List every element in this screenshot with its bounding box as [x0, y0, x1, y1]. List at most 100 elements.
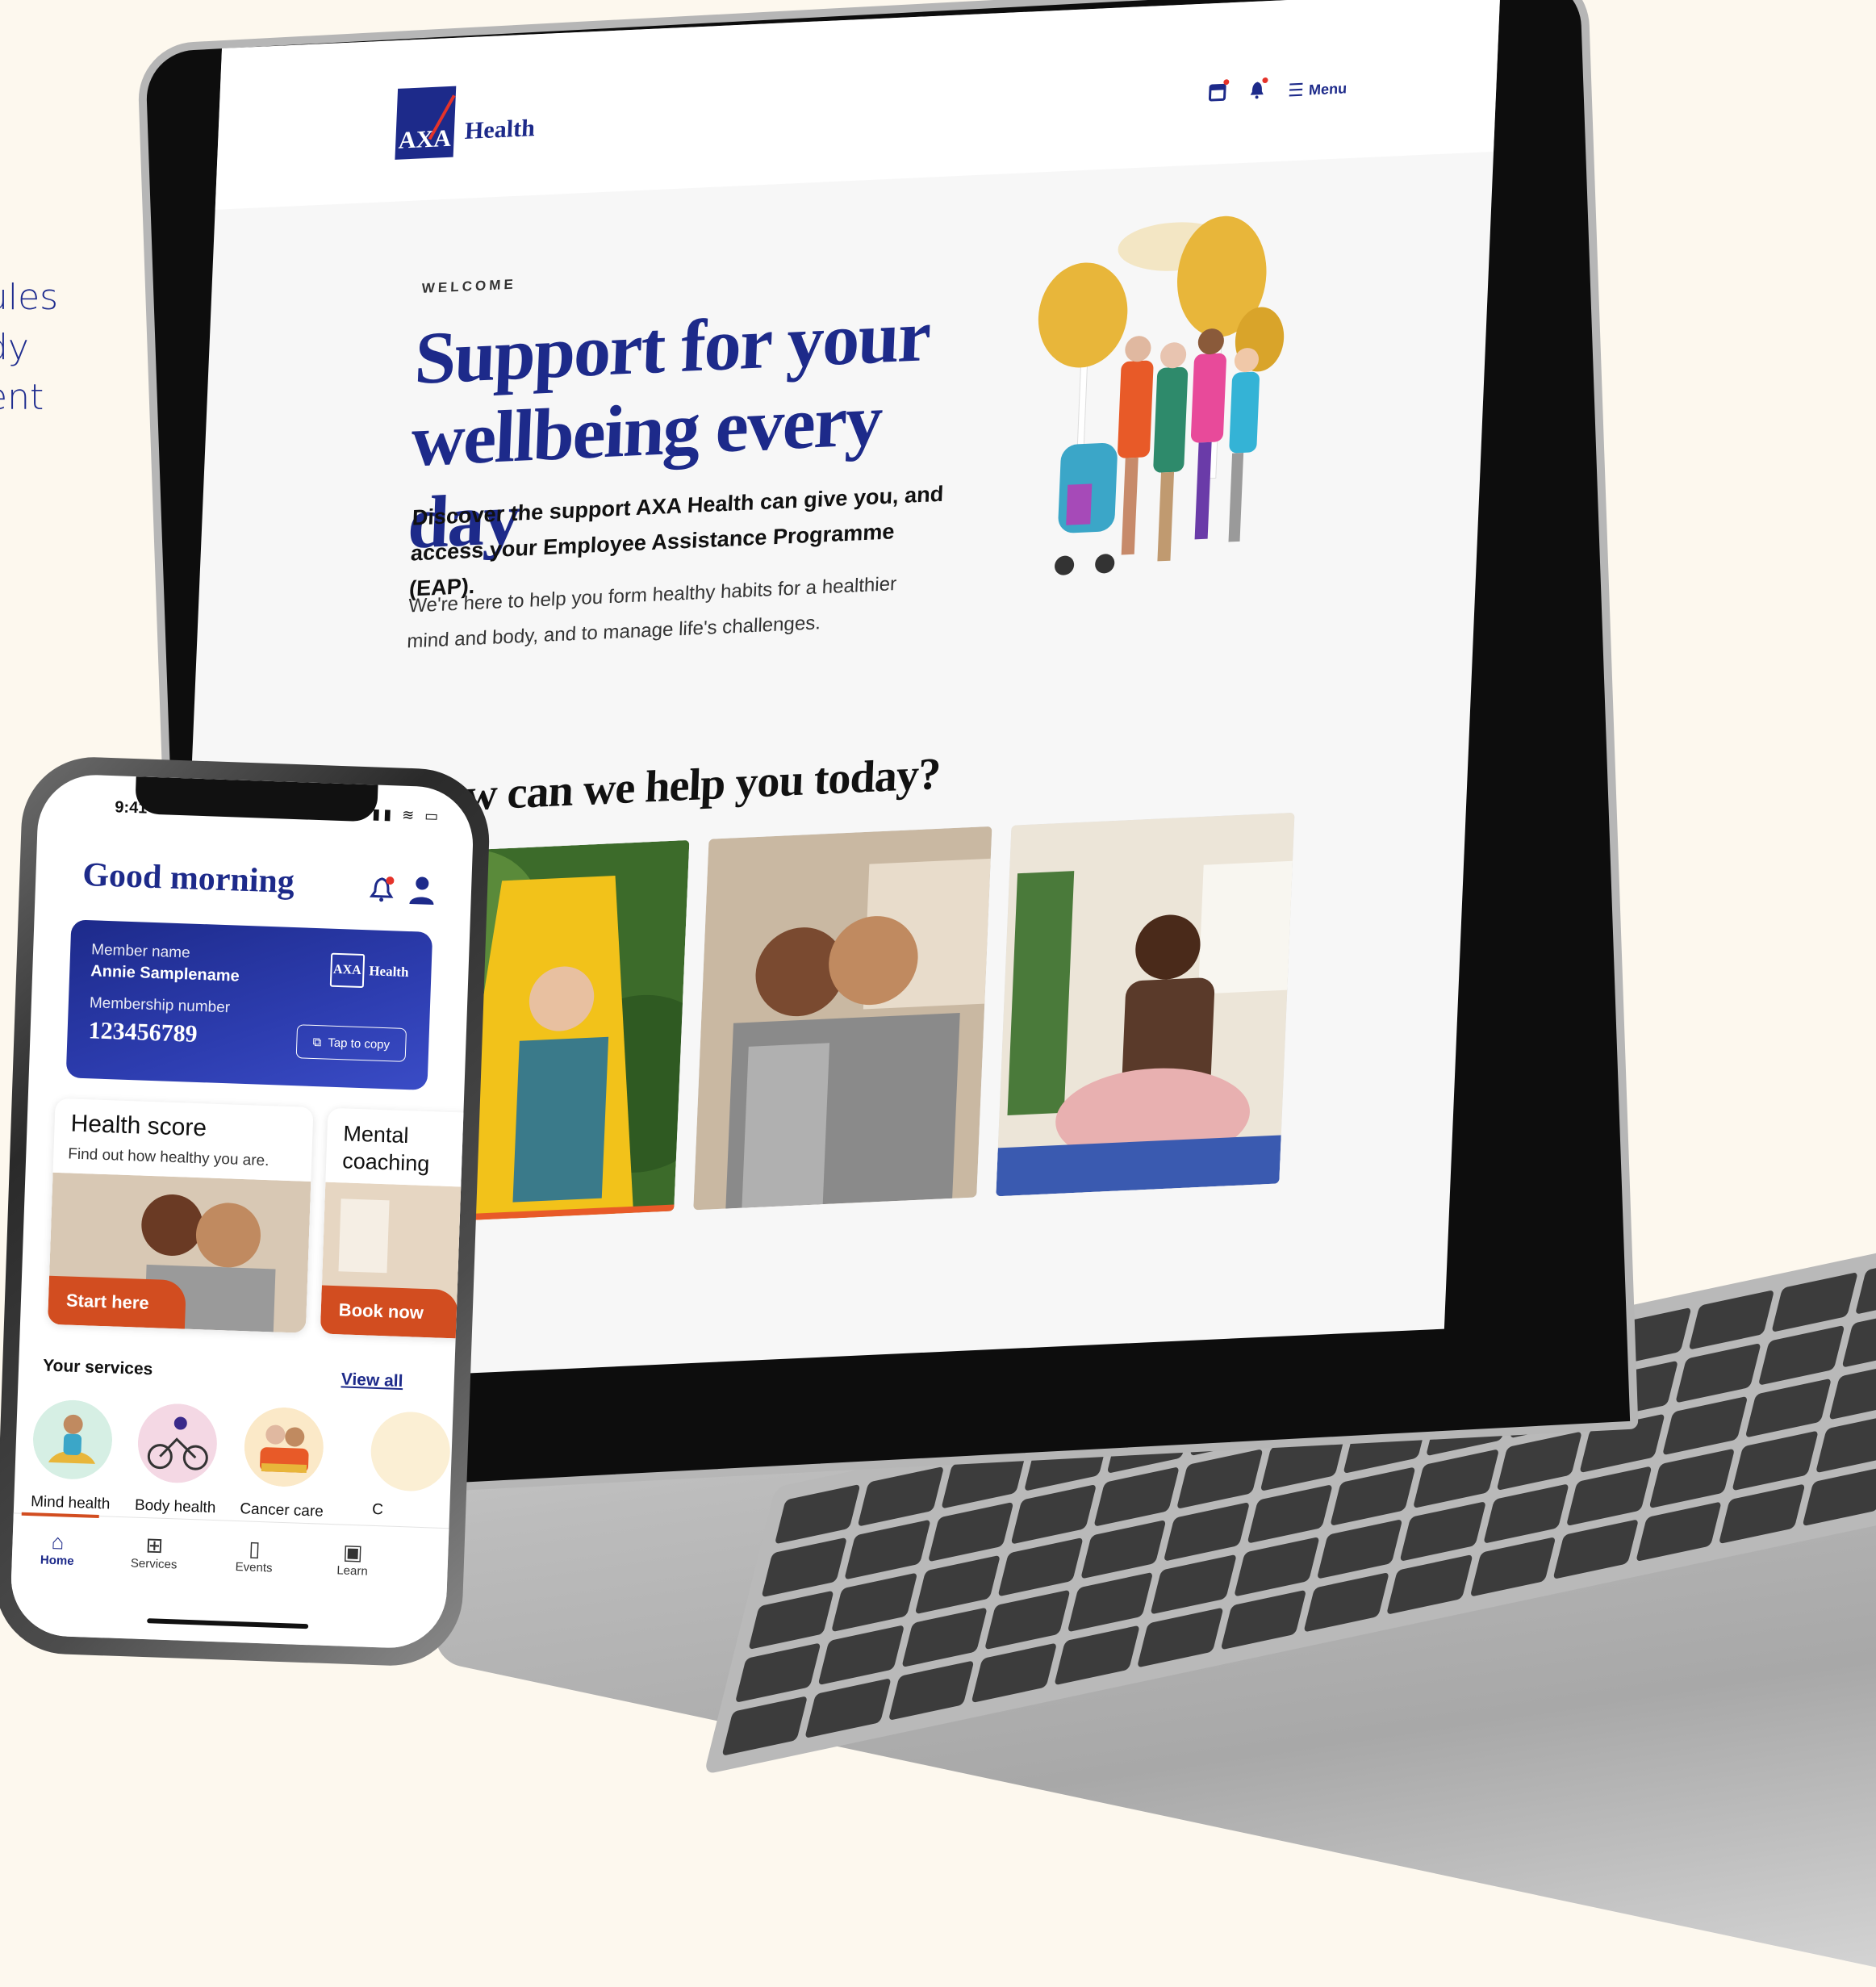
- keyboard-key: [1688, 1289, 1775, 1350]
- keyboard-key: [1482, 1483, 1569, 1545]
- keyboard-key: [1828, 1360, 1876, 1421]
- keyboard-key: [984, 1589, 1071, 1650]
- menu-icon: ☰: [1287, 79, 1305, 101]
- tab-label: Learn: [336, 1563, 369, 1579]
- tap-to-copy-button[interactable]: ⧉ Tap to copy: [295, 1024, 407, 1062]
- keyboard-key: [1093, 1466, 1180, 1527]
- view-all-link[interactable]: View all: [341, 1370, 403, 1391]
- tab-home[interactable]: ⌂ Home: [16, 1529, 98, 1569]
- member-name: Annie Samplename: [90, 962, 240, 985]
- bottom-tab-bar: ⌂ Home ⊞ Services ▯ Events ▣ Learn: [9, 1512, 449, 1650]
- keyboard-key: [1164, 1501, 1250, 1562]
- status-icons: ▮▮ ≋ ▭: [372, 805, 442, 825]
- keyboard-key: [844, 1519, 931, 1580]
- keyboard-key: [1675, 1342, 1762, 1403]
- keyboard-key: [1758, 1324, 1845, 1386]
- keyboard-key: [831, 1572, 918, 1633]
- bell-icon[interactable]: [1248, 80, 1265, 105]
- service-label: Mind health: [30, 1493, 111, 1513]
- phone-device: 9:41 ▮▮ ≋ ▭ Good morning Member name Ann…: [0, 755, 492, 1668]
- your-services-heading: Your services: [42, 1356, 153, 1379]
- service-label: Body health: [134, 1496, 216, 1517]
- keyboard-key: [1841, 1307, 1876, 1368]
- welcome-eyebrow: WELCOME: [421, 276, 517, 296]
- keyboard-key: [1854, 1254, 1876, 1315]
- tile-desc: Find out how healthy you are.: [67, 1145, 269, 1170]
- logo-mark: AXA: [398, 124, 452, 154]
- keyboard-key: [857, 1466, 944, 1527]
- home-icon: ⌂: [51, 1529, 65, 1554]
- keyboard-key: [804, 1678, 892, 1738]
- keyboard-key: [1247, 1483, 1333, 1545]
- keyboard-key: [1233, 1537, 1320, 1597]
- learn-icon: ▣: [342, 1539, 364, 1565]
- meditation-icon: [33, 1399, 113, 1479]
- keyboard-key: [1137, 1607, 1224, 1668]
- card-logo-mark: AXA: [329, 952, 366, 989]
- service-item[interactable]: C: [336, 1409, 453, 1521]
- calendar-icon[interactable]: [1208, 82, 1226, 107]
- keyboard-key: [1636, 1501, 1723, 1562]
- keyboard-key: [1330, 1466, 1416, 1527]
- tile-title: Health score: [70, 1110, 207, 1142]
- notification-bell-icon[interactable]: [367, 875, 395, 903]
- card-logo-word: Health: [369, 963, 409, 981]
- keyboard-key: [761, 1537, 848, 1597]
- cancer-care-icon: [244, 1407, 324, 1487]
- service-item[interactable]: Mind health: [22, 1399, 123, 1514]
- keyboard-key: [1399, 1501, 1486, 1562]
- keyboard-key: [1010, 1483, 1097, 1545]
- book-now-button[interactable]: Book now: [320, 1285, 459, 1339]
- help-cards: [391, 812, 1295, 1224]
- cycling-icon: [137, 1403, 217, 1483]
- help-heading: How can we help you today?: [407, 748, 942, 823]
- side-caption: ules dy ent: [0, 273, 58, 423]
- services-grid-icon: ⊞: [145, 1533, 164, 1558]
- menu-button[interactable]: ☰ Menu: [1288, 77, 1347, 101]
- home-indicator: [147, 1618, 309, 1629]
- service-item[interactable]: Cancer care: [233, 1406, 334, 1521]
- keyboard-key: [1220, 1589, 1307, 1650]
- tab-services[interactable]: ⊞ Services: [113, 1532, 195, 1572]
- phone-notch: [135, 776, 378, 822]
- menu-label: Menu: [1308, 79, 1347, 98]
- keyboard-key: [1469, 1537, 1556, 1597]
- keyboard-key: [1150, 1554, 1237, 1615]
- family-walk-illustration: [1038, 215, 1285, 575]
- mental-coaching-tile[interactable]: Mental coaching Book now: [320, 1107, 475, 1341]
- help-card[interactable]: [996, 812, 1295, 1197]
- keyboard-key: [748, 1589, 835, 1650]
- help-card[interactable]: [693, 826, 992, 1211]
- service-item[interactable]: Body health: [127, 1402, 228, 1517]
- start-here-button[interactable]: Start here: [47, 1275, 186, 1329]
- axa-logo[interactable]: AXA: [395, 86, 457, 160]
- logo-word: Health: [464, 115, 536, 144]
- keyboard-key: [1386, 1554, 1473, 1615]
- tab-label: Home: [40, 1553, 74, 1568]
- yoga-phone-photo: [996, 812, 1295, 1197]
- keyboard-key: [997, 1537, 1084, 1597]
- tab-events[interactable]: ▯ Events: [213, 1535, 295, 1575]
- events-icon: ▯: [248, 1536, 261, 1562]
- keyboard-key: [1080, 1519, 1167, 1580]
- service-illustration-icon: [370, 1410, 452, 1493]
- keyboard-key: [1802, 1466, 1876, 1527]
- keyboard-key: [1176, 1448, 1264, 1509]
- nav-actions: ☰ Menu: [1208, 76, 1347, 107]
- keyboard-key: [1815, 1413, 1876, 1474]
- keyboard-key: [1744, 1378, 1832, 1438]
- tab-label: Events: [235, 1559, 273, 1575]
- copy-label: Tap to copy: [328, 1035, 391, 1052]
- tab-learn[interactable]: ▣ Learn: [311, 1538, 394, 1579]
- health-score-tile[interactable]: Health score Find out how healthy you ar…: [47, 1098, 314, 1333]
- tab-label: Services: [130, 1556, 178, 1572]
- keyboard-key: [1054, 1625, 1141, 1686]
- member-name-label: Member name: [90, 941, 190, 962]
- keyboard-key: [914, 1554, 1001, 1615]
- keyboard-key: [900, 1607, 988, 1668]
- profile-icon[interactable]: [407, 875, 436, 906]
- membership-number-label: Membership number: [89, 994, 231, 1017]
- side-caption-line: ules: [0, 277, 59, 318]
- phone-screen: 9:41 ▮▮ ≋ ▭ Good morning Member name Ann…: [9, 772, 475, 1650]
- keyboard-key: [927, 1501, 1014, 1562]
